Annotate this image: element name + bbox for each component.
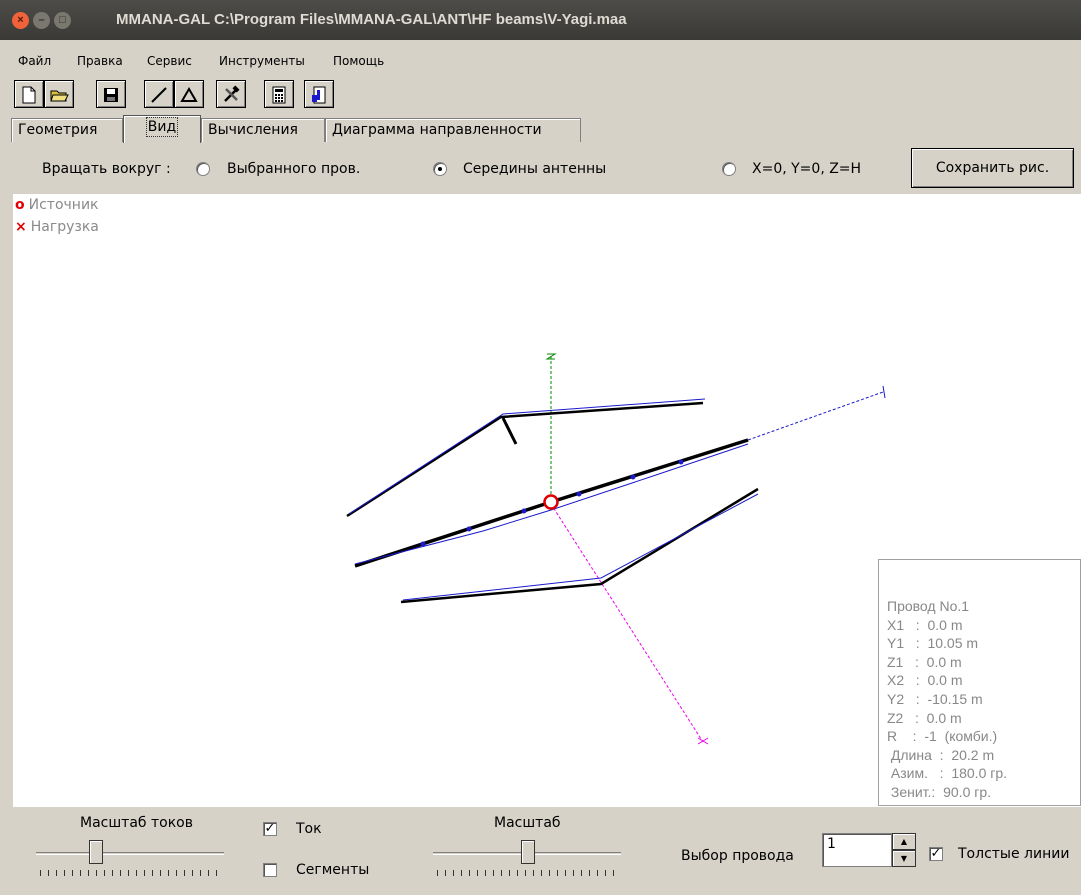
radio-origin-h[interactable] <box>722 162 736 176</box>
segments-checkbox[interactable] <box>263 863 277 877</box>
exit-door-icon <box>312 86 326 104</box>
current-checkbox[interactable]: ✓ <box>263 822 277 836</box>
open-folder-icon <box>50 90 69 102</box>
menu-tools[interactable]: Инструменты <box>219 54 305 68</box>
current-scale-thumb[interactable] <box>89 840 103 864</box>
scale-label: Масштаб <box>494 815 561 831</box>
draw-line-button[interactable] <box>144 80 174 108</box>
thick-lines-label[interactable]: Толстые линии <box>958 846 1069 862</box>
tools-icon <box>224 85 240 102</box>
window-title: MMANA-GAL C:\Program Files\MMANA-GAL\ANT… <box>116 11 627 28</box>
menu-service[interactable]: Сервис <box>147 54 192 68</box>
wire-info-r: R : -1 (комби.) <box>887 728 998 745</box>
wire-info-length: Длина : 20.2 m <box>887 746 995 763</box>
wire-director <box>400 487 759 604</box>
thick-lines-checkbox[interactable]: ✓ <box>929 847 943 861</box>
source-marker <box>543 494 559 510</box>
calculator-button[interactable] <box>264 80 294 108</box>
tab-geometry[interactable]: Геометрия <box>11 118 123 142</box>
wire-info-y2: Y2 : -10.15 m <box>887 690 983 707</box>
triangle-icon <box>180 87 198 102</box>
maximize-icon[interactable]: □ <box>54 12 71 29</box>
wire-reflector <box>346 401 704 518</box>
menu-file[interactable]: Файл <box>18 54 51 68</box>
spin-up-icon[interactable]: ▲ <box>892 833 916 850</box>
tab-calculations[interactable]: Вычисления <box>201 118 325 142</box>
wire-info-z2: Z2 : 0.0 m <box>887 709 962 726</box>
tab-view[interactable]: Вид <box>123 115 201 143</box>
save-button[interactable] <box>96 80 126 108</box>
open-file-button[interactable] <box>44 80 74 108</box>
wire-director-current <box>402 493 759 601</box>
axis-x <box>550 503 704 743</box>
wire-info-panel: Провод No.1 X1 : 0.0 m Y1 : 10.05 m Z1 :… <box>878 559 1081 806</box>
scale-thumb[interactable] <box>521 840 535 864</box>
close-icon[interactable]: × <box>12 12 29 29</box>
radio-antenna-center-label[interactable]: Середины антенны <box>463 161 606 177</box>
wire-info-azimuth: Азим. : 180.0 гр. <box>887 765 1008 782</box>
tools-button[interactable] <box>216 80 246 108</box>
rotate-label: Вращать вокруг : <box>42 161 171 177</box>
axis-y <box>747 391 884 441</box>
save-image-button[interactable]: Сохранить рис. <box>911 148 1074 188</box>
current-scale-slider[interactable] <box>36 840 224 880</box>
new-file-icon <box>22 86 36 104</box>
title-bar: × – □ MMANA-GAL C:\Program Files\MMANA-G… <box>0 0 1081 40</box>
wire-stub <box>501 417 518 445</box>
wire-select-spinner[interactable]: ▲ ▼ <box>892 833 916 867</box>
radio-selected-wire[interactable] <box>196 162 210 176</box>
triangle-button[interactable] <box>174 80 204 108</box>
scale-slider[interactable] <box>433 840 621 880</box>
wire-info-z1: Z1 : 0.0 m <box>887 653 962 670</box>
draw-line-icon <box>151 87 167 103</box>
radio-antenna-center[interactable] <box>433 162 447 176</box>
radio-selected-wire-label[interactable]: Выбранного пров. <box>227 161 360 177</box>
wire-select-label: Выбор провода <box>681 848 794 864</box>
axis-x-label-icon <box>697 737 709 745</box>
wire-info-y1: Y1 : 10.05 m <box>887 635 979 652</box>
tab-radiation-pattern[interactable]: Диаграмма направленности <box>325 118 581 142</box>
current-checkbox-label[interactable]: Ток <box>296 821 322 837</box>
current-scale-label: Масштаб токов <box>80 815 193 831</box>
menu-edit[interactable]: Правка <box>77 54 123 68</box>
axis-y-tick-icon <box>882 385 886 399</box>
wire-info-x1: X1 : 0.0 m <box>887 616 963 633</box>
spin-down-icon[interactable]: ▼ <box>892 850 916 867</box>
new-file-button[interactable] <box>14 80 44 108</box>
wire-select-input[interactable]: 1 <box>822 833 892 867</box>
menu-help[interactable]: Помощь <box>333 54 384 68</box>
segments-checkbox-label[interactable]: Сегменты <box>296 862 369 878</box>
calculator-icon <box>272 86 286 104</box>
menu-bar: Файл Правка Сервис Инструменты Помощь <box>0 50 1081 72</box>
save-disk-icon <box>104 88 118 102</box>
bottom-controls: Масштаб токов ✓ Ток Сегменты Масштаб Выб… <box>0 807 1081 895</box>
wire-info-zenith: Зенит.: 90.0 гр. <box>887 783 992 800</box>
minimize-icon[interactable]: – <box>33 12 50 29</box>
tab-bar: Геометрия Вид Вычисления Диаграмма напра… <box>0 115 1081 143</box>
radio-origin-h-label[interactable]: X=0, Y=0, Z=H <box>752 161 861 177</box>
wire-info-x2: X2 : 0.0 m <box>887 672 963 689</box>
wire-info-title: Провод No.1 <box>887 598 970 614</box>
exit-button[interactable] <box>304 80 334 108</box>
